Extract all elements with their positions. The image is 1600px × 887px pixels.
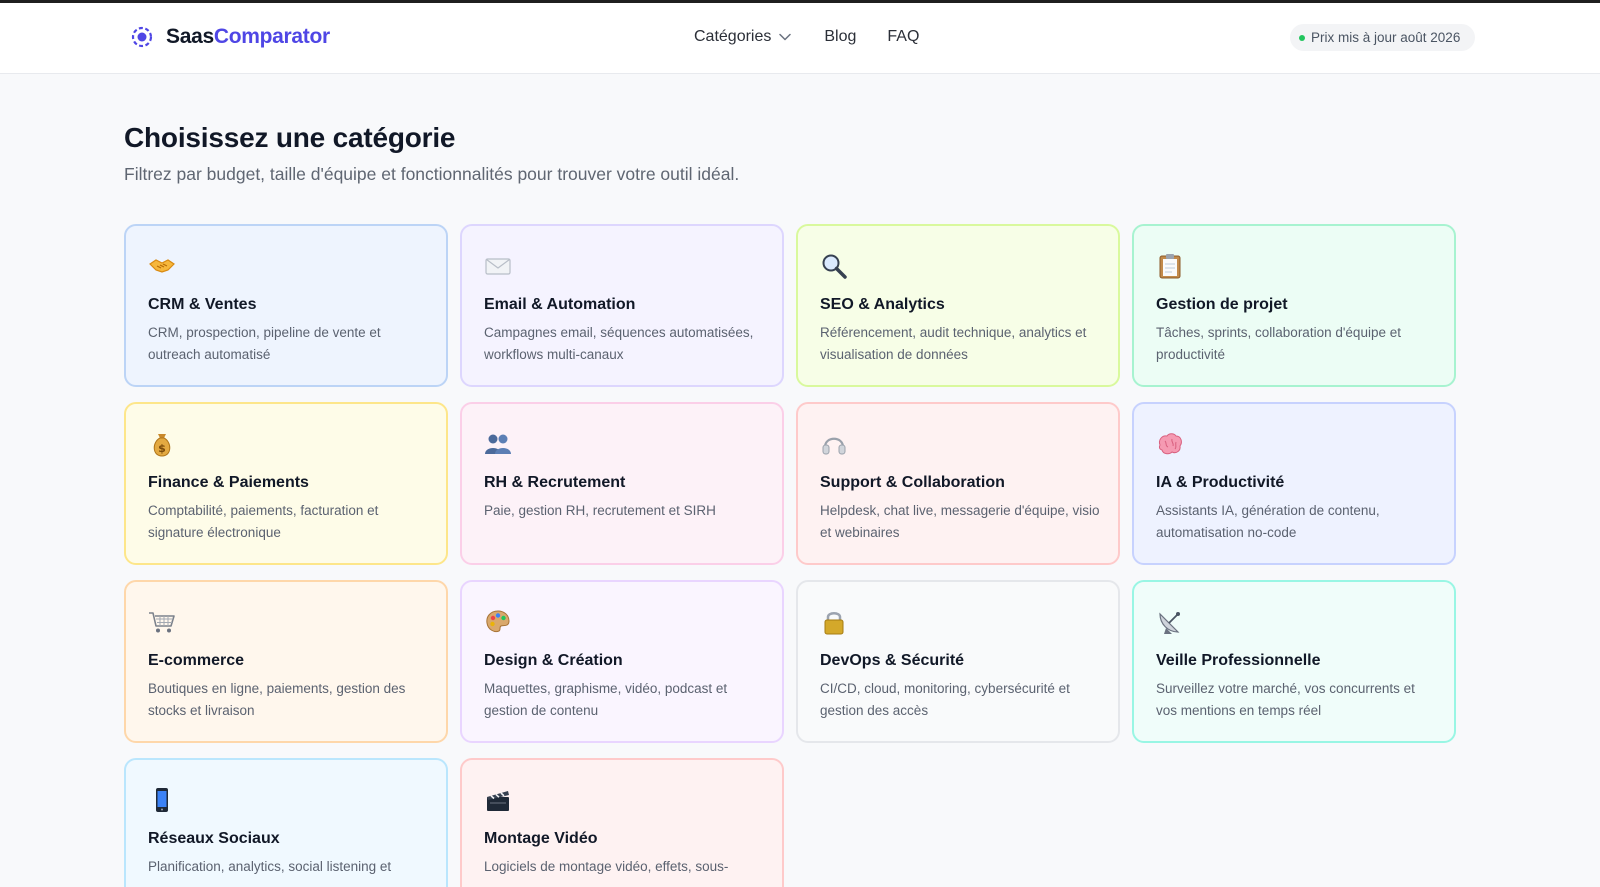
category-description: Assistants IA, génération de contenu, au… [1156,503,1380,540]
category-card[interactable]: Support & Collaboration Helpdesk, chat l… [796,402,1120,565]
category-description: Référencement, audit technique, analytic… [820,325,1087,362]
category-card[interactable]: DevOps & Sécurité CI/CD, cloud, monitori… [796,580,1120,743]
category-title: RH & Recrutement [484,474,626,491]
nav-blog[interactable]: Blog [824,28,856,46]
category-title: IA & Productivité [1156,474,1285,491]
clapperboard-icon [484,786,512,814]
shopping-cart-icon [148,608,176,636]
category-description: Maquettes, graphisme, vidéo, podcast et … [484,681,728,718]
category-title: Montage Vidéo [484,830,598,847]
category-card[interactable]: Montage Vidéo Logiciels de montage vidéo… [460,758,784,887]
main-nav: Catégories Blog FAQ [694,28,919,46]
category-description: CRM, prospection, pipeline de vente et o… [148,325,381,362]
page-subtitle: Filtrez par budget, taille d'équipe et f… [124,164,740,184]
nav-faq[interactable]: FAQ [887,28,919,46]
category-card[interactable]: SEO & Analytics Référencement, audit tec… [796,224,1120,387]
category-title: DevOps & Sécurité [820,652,965,669]
category-description: Campagnes email, séquences automatisées,… [484,325,754,362]
category-title: SEO & Analytics [820,296,945,313]
category-description: CI/CD, cloud, monitoring, cybersécurité … [820,681,1070,718]
category-card[interactable]: Design & Création Maquettes, graphisme, … [460,580,784,743]
envelope-icon [484,252,512,280]
category-title: Support & Collaboration [820,474,1005,491]
price-update-text: Prix mis à jour août 2026 [1311,30,1461,45]
category-description: Boutiques en ligne, paiements, gestion d… [148,681,406,718]
category-title: Veille Professionnelle [1156,652,1321,669]
category-card[interactable]: RH & Recrutement Paie, gestion RH, recru… [460,402,784,565]
handshake-icon [148,252,176,280]
category-description: Paie, gestion RH, recrutement et SIRH [484,503,716,518]
category-card[interactable]: Réseaux Sociaux Planification, analytics… [124,758,448,887]
people-icon [484,430,512,458]
category-title: Gestion de projet [1156,296,1288,313]
clipboard-icon [1156,252,1184,280]
category-title: Design & Création [484,652,623,669]
category-card[interactable]: Email & Automation Campagnes email, séqu… [460,224,784,387]
mobile-phone-icon [148,786,176,814]
category-card[interactable]: IA & Productivité Assistants IA, générat… [1132,402,1456,565]
category-title: Finance & Paiements [148,474,309,491]
headphones-icon [820,430,848,458]
sparkle-logo-icon [131,26,153,48]
category-card[interactable]: CRM & Ventes CRM, prospection, pipeline … [124,224,448,387]
nav-categories[interactable]: Catégories [694,28,792,46]
brand-logo[interactable]: SaasComparator [130,25,330,49]
brain-icon [1156,430,1184,458]
page-title: Choisissez une catégorie [124,122,456,153]
money-bag-icon: $ [148,430,176,458]
category-description: Comptabilité, paiements, facturation et … [148,503,379,540]
category-title: CRM & Ventes [148,296,257,313]
padlock-icon [820,608,848,636]
svg-text:$: $ [158,442,166,455]
site-header: SaasComparator Catégories Blog FAQ Prix … [0,3,1600,74]
magnifier-icon [820,252,848,280]
category-title: E-commerce [148,652,245,669]
brand-name: SaasComparator [166,25,330,48]
chevron-down-icon [779,33,792,41]
satellite-dish-icon [1156,608,1184,636]
price-update-badge: Prix mis à jour août 2026 [1290,24,1475,51]
category-card[interactable]: Veille Professionnelle Surveillez votre … [1132,580,1456,743]
category-title: Email & Automation [484,296,636,313]
category-card[interactable]: $ Finance & Paiements Comptabilité, paie… [124,402,448,565]
category-description: Tâches, sprints, collaboration d'équipe … [1156,325,1401,362]
palette-icon [484,608,512,636]
category-description: Helpdesk, chat live, messagerie d'équipe… [820,503,1100,540]
category-card[interactable]: Gestion de projet Tâches, sprints, colla… [1132,224,1456,387]
category-title: Réseaux Sociaux [148,830,280,847]
status-dot-icon [1299,34,1305,41]
nav-categories-label: Catégories [694,28,772,45]
category-description: Surveillez votre marché, vos concurrents… [1156,681,1415,718]
category-description: Planification, analytics, social listeni… [148,859,392,874]
category-card[interactable]: E-commerce Boutiques en ligne, paiements… [124,580,448,743]
category-description: Logiciels de montage vidéo, effets, sous… [484,859,729,874]
